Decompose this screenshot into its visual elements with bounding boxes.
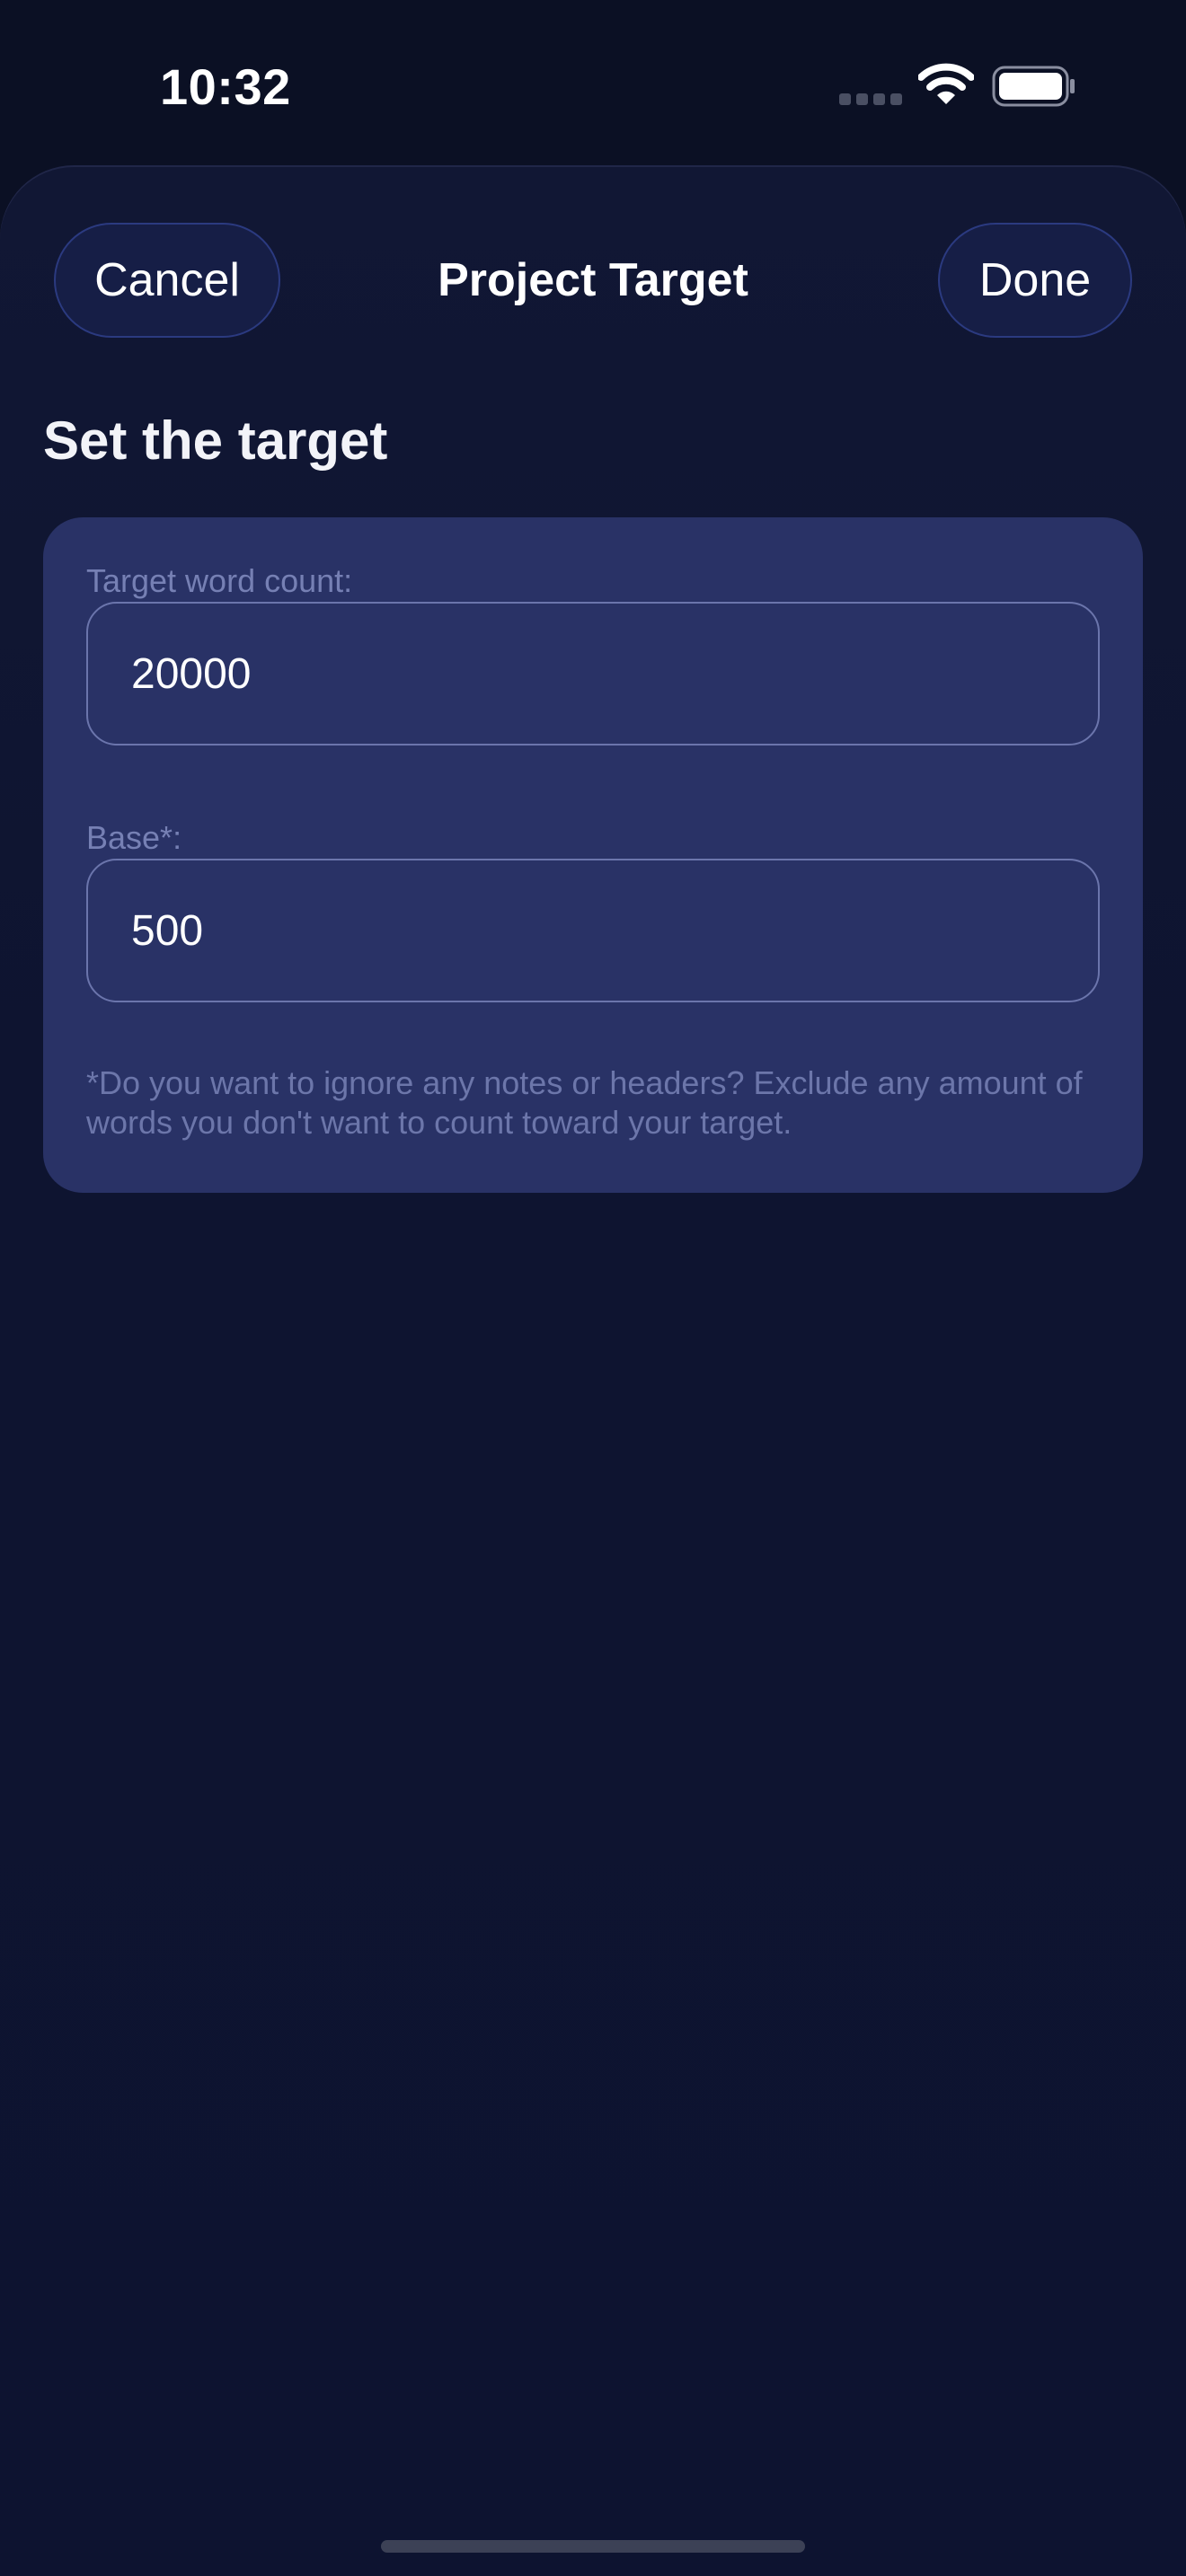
- target-form-card: Target word count: Base*: *Do you want t…: [43, 517, 1143, 1193]
- base-input[interactable]: [86, 859, 1100, 1002]
- cancel-button[interactable]: Cancel: [54, 223, 280, 338]
- target-word-count-label: Target word count:: [86, 562, 353, 599]
- project-target-sheet: Cancel Project Target Done Set the targe…: [0, 165, 1186, 2576]
- status-time: 10:32: [160, 58, 291, 115]
- home-indicator[interactable]: [381, 2540, 805, 2553]
- base-label: Base*:: [86, 819, 182, 856]
- signal-dots-icon: [839, 93, 902, 105]
- base-hint-text: *Do you want to ignore any notes or head…: [86, 1064, 1083, 1141]
- done-button[interactable]: Done: [938, 223, 1132, 338]
- wifi-icon: [918, 63, 974, 104]
- target-word-count-input[interactable]: [86, 602, 1100, 745]
- battery-icon: [992, 66, 1075, 107]
- section-title: Set the target: [43, 410, 388, 471]
- status-bar: 10:32: [0, 0, 1186, 171]
